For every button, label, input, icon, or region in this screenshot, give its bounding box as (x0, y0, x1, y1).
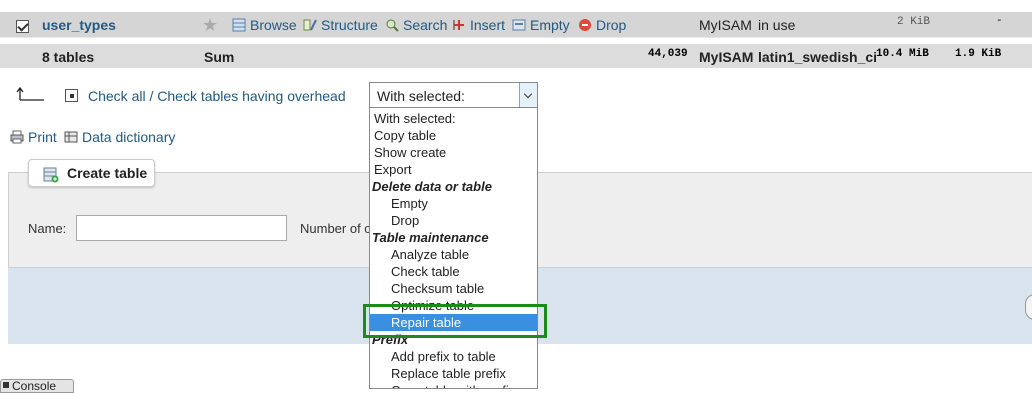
data-dictionary-link[interactable]: Data dictionary (64, 129, 175, 145)
sum-collation: latin1_swedish_ci (758, 49, 878, 65)
name-label: Name: (28, 221, 67, 236)
sum-size: 10.4 MiB (876, 48, 929, 60)
optgroup-delete-data-or-table: Delete data or table (372, 179, 492, 194)
check-overhead-link[interactable]: Check tables having overhead (157, 88, 345, 104)
check-separator: / (145, 88, 158, 104)
option-check-table[interactable]: Check table (370, 263, 537, 280)
search-icon (386, 19, 399, 32)
table-name-input[interactable] (76, 215, 287, 241)
browse-action[interactable]: Browse (232, 17, 297, 33)
console-label: Console (12, 379, 57, 393)
table-summary-row: 8 tables Sum 44,039 MyISAM latin1_swedis… (0, 44, 1032, 68)
option-replace-table-prefix[interactable]: Replace table prefix (370, 365, 537, 382)
create-table-tab[interactable]: Create table (28, 159, 155, 187)
table-count: 8 tables (42, 49, 95, 65)
sum-rows: 44,039 (648, 48, 688, 60)
option-with-selected[interactable]: With selected: (370, 110, 537, 127)
favorite-star-icon[interactable]: ★ (202, 15, 218, 36)
row-overhead: - (996, 15, 1003, 27)
option-empty[interactable]: Empty (370, 195, 537, 212)
browse-label: Browse (250, 17, 297, 33)
table-name-link[interactable]: user_types (42, 17, 116, 33)
check-all-link[interactable]: Check all (88, 88, 146, 104)
row-engine: MyISAM (699, 17, 752, 33)
option-analyze-table[interactable]: Analyze table (370, 246, 537, 263)
console-icon (3, 382, 9, 388)
create-table-icon (43, 167, 59, 183)
chevron-down-icon[interactable] (519, 83, 537, 107)
sum-engine: MyISAM (699, 49, 754, 65)
sum-label: Sum (204, 49, 235, 65)
drop-label: Drop (596, 17, 627, 33)
option-drop[interactable]: Drop (370, 212, 537, 229)
check-links: Check all / Check tables having overhead (88, 88, 346, 104)
option-add-prefix-to-table[interactable]: Add prefix to table (370, 348, 537, 365)
console-tab[interactable]: Console (0, 379, 74, 393)
empty-action[interactable]: Empty (512, 17, 570, 33)
arrow-left-up-icon (16, 86, 44, 101)
table-row-user-types: user_types ★ Browse Structure Search Ins… (0, 12, 1032, 38)
drop-icon (579, 19, 591, 31)
empty-icon (512, 19, 526, 31)
with-selected-dropdown-list: With selected: Copy table Show create Expor… (369, 108, 538, 389)
printer-icon (10, 130, 24, 144)
row-size: 2 KiB (897, 16, 931, 28)
option-copy-table[interactable]: Copy table (370, 127, 537, 144)
drop-action[interactable]: Drop (578, 17, 626, 33)
highlight-box (363, 304, 547, 338)
search-label: Search (403, 17, 448, 33)
empty-label: Empty (530, 17, 570, 33)
data-dictionary-icon (64, 131, 78, 143)
insert-label: Insert (470, 17, 506, 33)
option-checksum-table[interactable]: Checksum table (370, 280, 537, 297)
structure-label: Structure (321, 17, 378, 33)
optgroup-table-maintenance: Table maintenance (372, 230, 489, 245)
checkbox-indeterminate-mark (70, 94, 74, 98)
create-table-label: Create table (67, 165, 148, 181)
search-action[interactable]: Search (385, 17, 447, 33)
select-current-value: With selected: (377, 88, 465, 104)
structure-action[interactable]: Structure (303, 17, 378, 33)
insert-icon (453, 20, 464, 30)
browse-icon (232, 18, 246, 32)
with-selected-select[interactable]: With selected: (369, 82, 538, 108)
sum-overhead: 1.9 KiB (955, 48, 1002, 60)
data-dictionary-label: Data dictionary (82, 129, 176, 145)
option-export[interactable]: Export (370, 161, 537, 178)
structure-icon (303, 19, 317, 31)
row-status: in use (758, 17, 796, 33)
insert-action[interactable]: Insert (452, 17, 505, 33)
print-link[interactable]: Print (10, 129, 57, 145)
option-show-create[interactable]: Show create (370, 144, 537, 161)
print-label: Print (28, 129, 57, 145)
option-copy-table-with-prefix[interactable]: Copy table with prefix (370, 382, 537, 388)
row-checkbox[interactable] (16, 20, 29, 33)
